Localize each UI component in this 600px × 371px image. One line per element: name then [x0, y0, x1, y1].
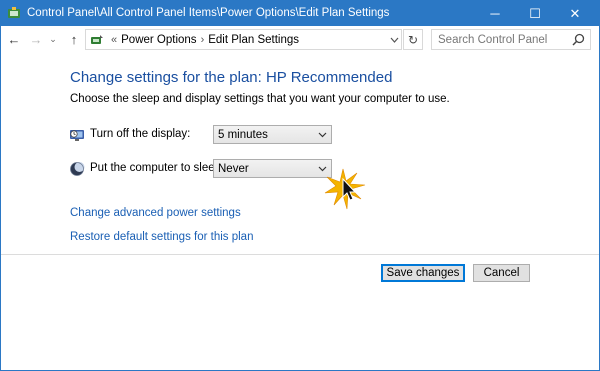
breadcrumb-edit-plan-settings[interactable]: Edit Plan Settings [208, 34, 299, 46]
breadcrumb-separator[interactable]: › [201, 34, 205, 46]
power-options-icon [91, 34, 103, 44]
search-input[interactable] [438, 33, 568, 46]
cancel-button[interactable]: Cancel [473, 264, 530, 282]
title-bar: Control Panel\All Control Panel Items\Po… [1, 1, 599, 26]
address-bar[interactable]: « Power Options › Edit Plan Settings [85, 29, 402, 50]
display-timeout-dropdown[interactable]: 5 minutes [213, 125, 332, 144]
chevron-down-icon [318, 132, 327, 138]
display-timeout-value: 5 minutes [218, 128, 268, 141]
search-box[interactable] [431, 29, 591, 50]
sleep-setting-label: Put the computer to sleep: [90, 162, 225, 174]
restore-defaults-link[interactable]: Restore default settings for this plan [70, 231, 253, 243]
monitor-clock-icon [70, 130, 84, 141]
sleep-timeout-value: Never [218, 162, 249, 175]
close-button[interactable]: ✕ [555, 1, 595, 26]
back-button[interactable]: ← [5, 29, 23, 49]
maximize-button[interactable]: ☐ [515, 1, 555, 26]
page-description: Choose the sleep and display settings th… [70, 93, 450, 105]
window-title: Control Panel\All Control Panel Items\Po… [27, 7, 390, 19]
page-title: Change settings for the plan: HP Recomme… [70, 69, 393, 86]
breadcrumb-overflow[interactable]: « [111, 34, 117, 46]
minimize-button[interactable]: ─ [475, 1, 515, 26]
breadcrumb-power-options[interactable]: Power Options [121, 34, 196, 46]
sleep-timeout-dropdown[interactable]: Never [213, 159, 332, 178]
advanced-power-settings-link[interactable]: Change advanced power settings [70, 207, 241, 219]
control-panel-icon [8, 7, 20, 18]
address-dropdown-icon[interactable] [390, 33, 399, 47]
refresh-button[interactable]: ↻ [403, 29, 423, 50]
save-changes-button[interactable]: Save changes [381, 264, 465, 282]
display-setting-label: Turn off the display: [90, 128, 191, 140]
up-button[interactable]: ↑ [65, 29, 83, 49]
forward-button[interactable]: → [27, 29, 45, 49]
search-icon[interactable] [572, 33, 585, 46]
mouse-pointer-icon [324, 168, 366, 210]
recent-locations-button[interactable]: ⌄ [47, 29, 59, 49]
moon-icon [70, 162, 85, 176]
window: Control Panel\All Control Panel Items\Po… [0, 0, 600, 371]
footer-divider [1, 254, 599, 255]
navigation-bar: ← → ⌄ ↑ « Power Options › Edit Plan Sett… [1, 26, 599, 52]
